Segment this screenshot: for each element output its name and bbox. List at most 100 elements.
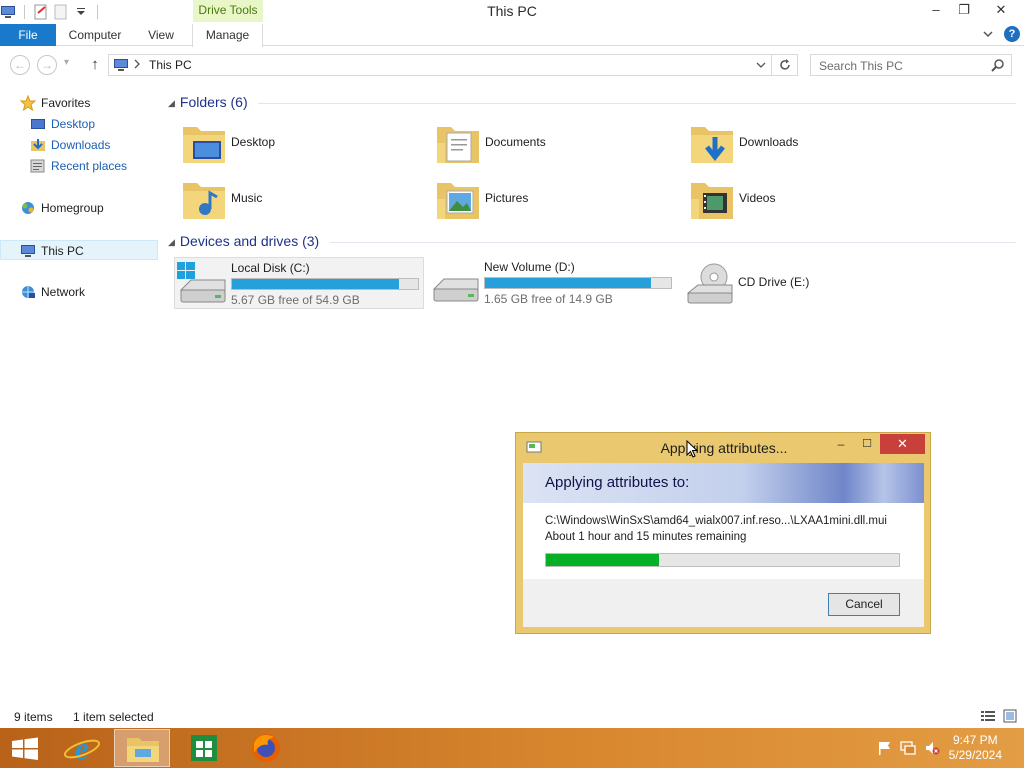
refresh-button[interactable] — [772, 54, 798, 76]
windows-drive-icon — [177, 260, 229, 308]
qat-separator — [24, 5, 25, 19]
dialog-banner: Applying attributes to: — [523, 463, 924, 503]
music-folder-icon — [181, 175, 229, 223]
up-button[interactable]: ↑ — [86, 55, 104, 75]
nav-recent-places-label: Recent places — [51, 159, 128, 173]
recent-places-icon — [30, 158, 46, 174]
status-bar: 9 items 1 item selected — [0, 706, 1024, 728]
dialog-progress-fill — [546, 554, 659, 566]
windows-logo-icon — [12, 737, 38, 760]
close-button[interactable]: ✕ — [978, 0, 1024, 22]
collapse-triangle-icon[interactable]: ◢ — [168, 237, 175, 247]
folder-tile-desktop[interactable]: Desktop — [175, 117, 425, 169]
details-view-icon[interactable] — [980, 709, 996, 726]
drive-usage-fill — [485, 278, 651, 288]
folder-tile-music[interactable]: Music — [175, 173, 425, 225]
taskbar-store[interactable] — [176, 729, 232, 767]
breadcrumb-chevron-icon[interactable] — [133, 58, 141, 73]
tab-manage[interactable]: Manage — [192, 24, 263, 47]
clock-time: 9:47 PM — [952, 733, 998, 747]
this-pc-icon — [113, 58, 129, 75]
cancel-button[interactable]: Cancel — [828, 593, 900, 616]
new-folder-icon[interactable] — [53, 4, 69, 20]
volume-muted-icon[interactable] — [924, 740, 940, 756]
tiles-view-icon[interactable] — [1002, 709, 1018, 726]
restore-button[interactable]: ❐ — [950, 0, 978, 22]
folder-tile-documents[interactable]: Documents — [429, 117, 679, 169]
nav-this-pc-label: This PC — [41, 244, 84, 258]
taskbar-internet-explorer[interactable]: e — [54, 729, 110, 767]
pictures-folder-icon — [435, 175, 483, 223]
mouse-cursor-icon — [686, 439, 699, 461]
drive-tile-e[interactable]: CD Drive (E:) — [682, 257, 932, 309]
downloads-folder-icon — [689, 119, 737, 167]
clock-date: 5/29/2024 — [948, 748, 1002, 762]
file-explorer-icon — [127, 738, 159, 762]
taskbar-file-explorer[interactable] — [114, 729, 170, 767]
nav-this-pc[interactable]: This PC — [0, 240, 158, 260]
taskbar-firefox[interactable] — [238, 729, 294, 767]
recent-locations-button[interactable]: ▾ — [64, 57, 69, 68]
tab-file[interactable]: File — [0, 24, 56, 46]
help-icon[interactable]: ? — [1004, 26, 1020, 42]
taskbar-clock[interactable]: 9:47 PM 5/29/2024 — [949, 733, 1002, 763]
search-placeholder: Search This PC — [819, 59, 903, 73]
customize-qat-icon[interactable] — [73, 4, 89, 20]
firefox-icon — [252, 734, 280, 762]
dialog-current-file: C:\Windows\WinSxS\amd64_wialx007.inf.res… — [545, 515, 887, 527]
videos-folder-icon — [689, 175, 737, 223]
tab-computer[interactable]: Computer — [60, 24, 130, 46]
drives-group-label: Devices and drives (3) — [179, 233, 320, 249]
properties-icon[interactable] — [33, 4, 49, 20]
start-button[interactable] — [0, 729, 50, 767]
network-icon — [20, 284, 36, 300]
system-tray: 9:47 PM 5/29/2024 — [864, 728, 1024, 768]
breadcrumb-this-pc[interactable]: This PC — [149, 58, 192, 72]
dialog-minimize-button[interactable]: – — [832, 437, 850, 455]
internet-explorer-icon: e — [63, 730, 101, 766]
drive-tools-context-label: Drive Tools — [193, 0, 263, 22]
collapse-triangle-icon[interactable]: ◢ — [168, 98, 175, 108]
dialog-time-remaining: About 1 hour and 15 minutes remaining — [545, 531, 747, 543]
folder-tile-videos[interactable]: Videos — [683, 173, 933, 225]
drives-group-header[interactable]: ◢ Devices and drives (3) — [168, 233, 319, 251]
nav-homegroup[interactable]: Homegroup — [0, 198, 150, 218]
address-bar[interactable]: This PC — [108, 54, 772, 76]
drive-free-space: 5.67 GB free of 54.9 GB — [231, 293, 360, 307]
nav-recent-places[interactable]: Recent places — [0, 156, 150, 176]
qat-separator — [97, 5, 98, 19]
this-pc-app-icon[interactable] — [0, 4, 16, 20]
tab-view[interactable]: View — [138, 24, 184, 46]
store-icon — [191, 735, 217, 761]
back-button[interactable]: ← — [10, 55, 30, 75]
dialog-maximize-button[interactable]: ☐ — [858, 437, 876, 455]
drive-name: New Volume (D:) — [484, 260, 575, 274]
drive-tile-d[interactable]: New Volume (D:) 1.65 GB free of 14.9 GB — [428, 257, 678, 309]
nav-network[interactable]: Network — [0, 282, 150, 302]
view-buttons — [980, 709, 1018, 726]
dialog-heading: Applying attributes to: — [545, 474, 690, 491]
minimize-button[interactable]: – — [922, 0, 950, 22]
network-tray-icon[interactable] — [900, 740, 916, 756]
desktop-icon — [30, 116, 46, 132]
svg-text:e: e — [75, 730, 89, 766]
nav-downloads[interactable]: Downloads — [0, 135, 150, 155]
window-title: This PC — [487, 3, 537, 19]
search-icon[interactable] — [991, 58, 1005, 75]
nav-favorites[interactable]: Favorites — [0, 93, 150, 113]
nav-desktop[interactable]: Desktop — [0, 114, 150, 134]
this-pc-icon — [20, 243, 36, 259]
folder-tile-pictures[interactable]: Pictures — [429, 173, 679, 225]
dialog-progress-bar — [545, 553, 900, 567]
address-dropdown-icon[interactable] — [755, 58, 767, 75]
search-box[interactable]: Search This PC — [810, 54, 1012, 76]
quick-access-toolbar — [0, 2, 102, 22]
action-center-flag-icon[interactable] — [876, 740, 892, 756]
drive-tile-c[interactable]: Local Disk (C:) 5.67 GB free of 54.9 GB — [174, 257, 424, 309]
title-bar: Drive Tools This PC – ❐ ✕ — [0, 0, 1024, 24]
folder-tile-downloads[interactable]: Downloads — [683, 117, 933, 169]
dialog-close-button[interactable]: ✕ — [880, 434, 925, 454]
folders-group-header[interactable]: ◢ Folders (6) — [168, 94, 248, 112]
expand-ribbon-icon[interactable] — [982, 26, 994, 45]
forward-button[interactable]: → — [37, 55, 57, 75]
